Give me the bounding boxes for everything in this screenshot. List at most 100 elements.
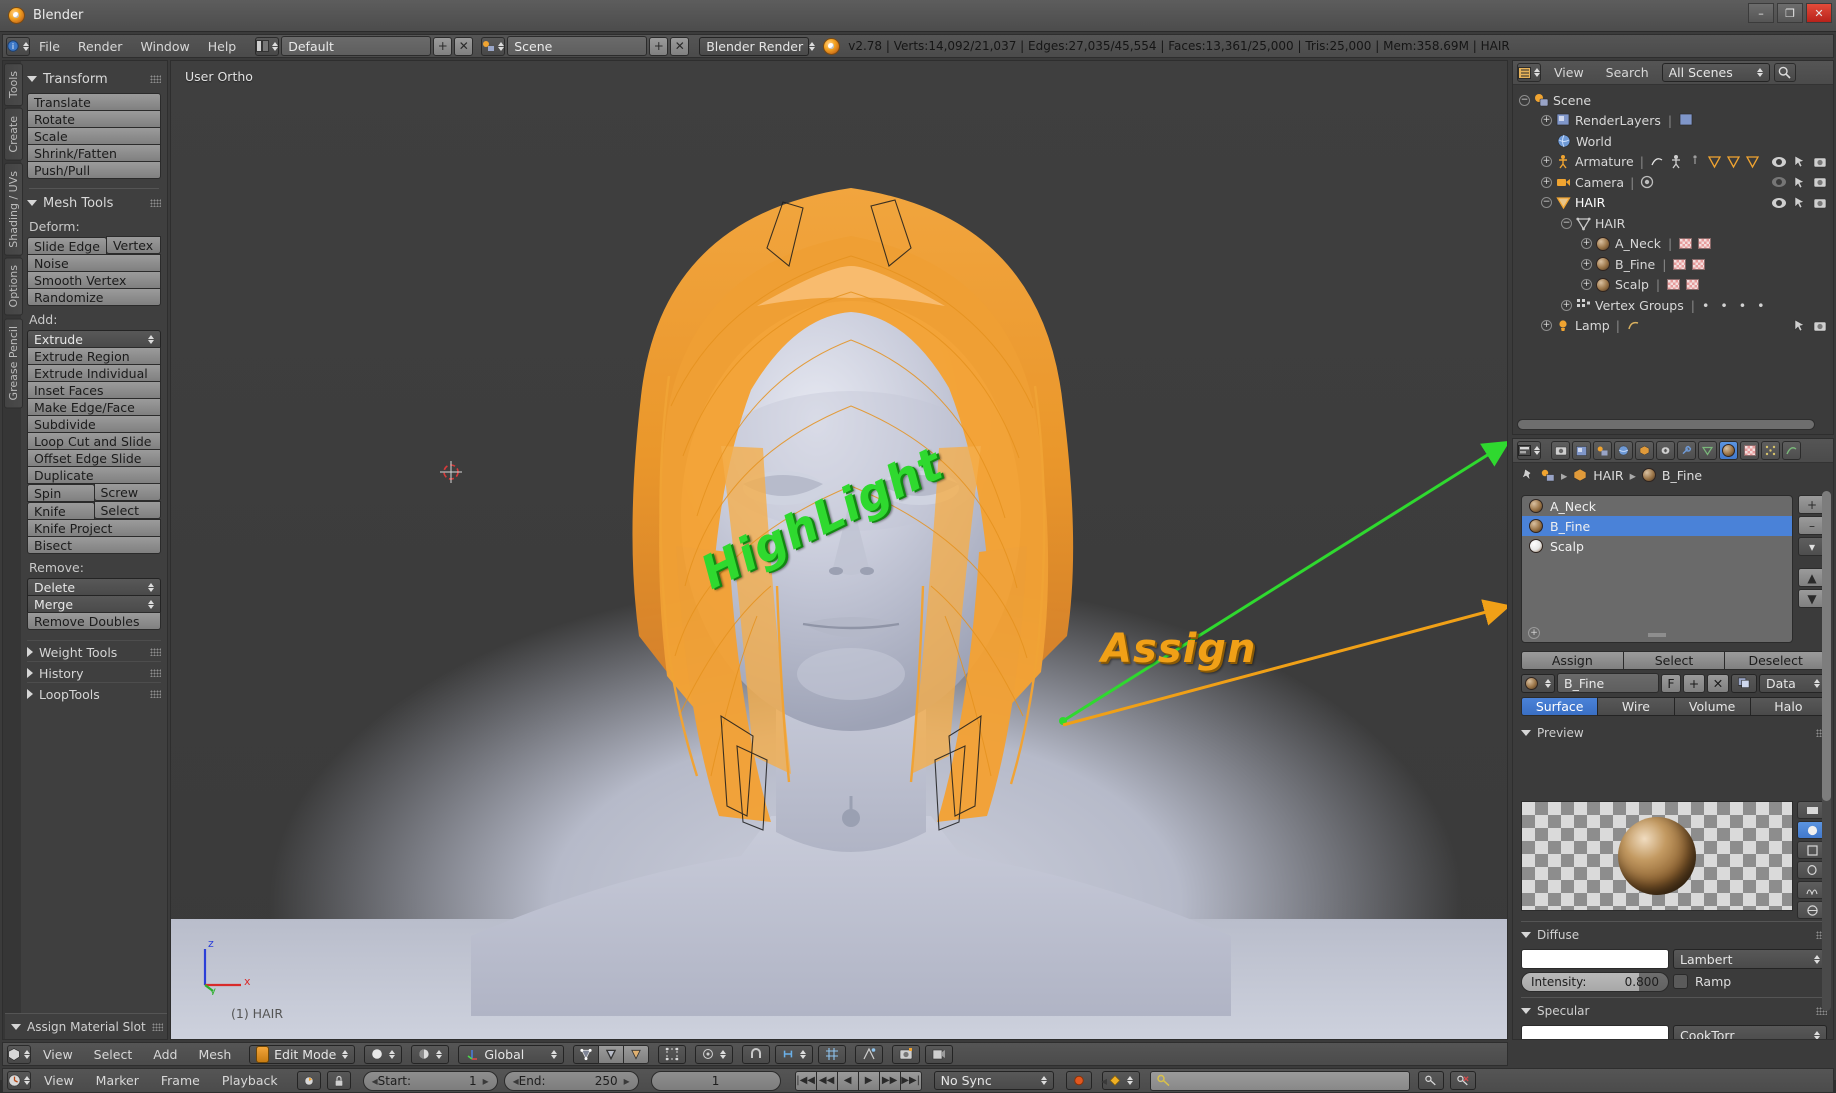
screw-button[interactable]: Screw	[93, 483, 161, 501]
renderability-toggle-icon[interactable]	[1813, 156, 1827, 168]
expander-icon[interactable]: −	[1519, 94, 1530, 106]
properties-tab-texture[interactable]	[1740, 441, 1759, 460]
extrude-region-button[interactable]: Extrude Region	[27, 347, 161, 365]
offset-edge-slide-button[interactable]: Offset Edge Slide	[27, 449, 161, 467]
material-slot-list[interactable]: A_Neck B_Fine Scalp +	[1521, 495, 1793, 643]
properties-tab-constraints[interactable]	[1656, 441, 1675, 460]
edge-select-icon[interactable]	[598, 1044, 625, 1064]
delete-screen-button[interactable]: ✕	[454, 36, 474, 56]
snap-magnet-icon[interactable]	[742, 1044, 771, 1064]
scene-icon[interactable]	[1541, 469, 1555, 482]
properties-tab-render[interactable]	[1551, 441, 1570, 460]
timeline-editor-icon[interactable]	[7, 1071, 31, 1090]
material-name-field[interactable]: B_Fine	[1557, 673, 1659, 693]
expander-icon[interactable]: +	[1581, 258, 1592, 270]
prev-keyframe-button[interactable]: ◀◀	[815, 1070, 838, 1091]
proportional-edit-icon[interactable]	[695, 1044, 734, 1064]
scale-button[interactable]: Scale	[27, 127, 161, 145]
expander-icon[interactable]: +	[1541, 176, 1552, 188]
outliner-row-armature[interactable]: + Armature |	[1517, 152, 1833, 173]
object-icon[interactable]	[1573, 468, 1587, 482]
fake-user-button[interactable]: F	[1661, 673, 1681, 693]
jump-start-button[interactable]: |◀◀	[794, 1070, 817, 1091]
add-screen-button[interactable]: +	[433, 36, 453, 56]
panel-header-mesh-tools[interactable]: Mesh Tools	[27, 193, 161, 213]
timeline-menu-frame[interactable]: Frame	[152, 1071, 209, 1090]
selectability-toggle-icon[interactable]	[1794, 155, 1805, 168]
keying-set-field[interactable]	[1149, 1070, 1410, 1091]
menu-window[interactable]: Window	[131, 37, 198, 56]
viewport-menu-select[interactable]: Select	[85, 1045, 142, 1064]
properties-vertical-scrollbar[interactable]	[1822, 491, 1831, 1011]
outliner-row-material-scalp[interactable]: + Scalp |	[1517, 275, 1833, 296]
outliner-row-hair-object[interactable]: − HAIR	[1517, 193, 1833, 214]
expander-icon[interactable]: +	[1541, 156, 1552, 168]
menu-help[interactable]: Help	[199, 37, 246, 56]
knife-project-button[interactable]: Knife Project	[27, 519, 161, 537]
specular-shader-dropdown[interactable]: CookTorr	[1673, 1025, 1827, 1039]
transform-orientation-dropdown[interactable]: Global	[458, 1044, 565, 1064]
make-edge-face-button[interactable]: Make Edge/Face	[27, 398, 161, 416]
diffuse-ramp-toggle[interactable]: Ramp	[1673, 974, 1731, 989]
new-material-button[interactable]: +	[1683, 673, 1705, 693]
frame-start-field[interactable]: ◂ Start: 1 ▸	[362, 1070, 498, 1091]
screen-layout-field[interactable]: Default	[281, 36, 432, 56]
snap-target-icon[interactable]	[818, 1044, 847, 1064]
outliner-row-scene[interactable]: − Scene	[1517, 90, 1833, 111]
browse-material-button[interactable]	[1521, 673, 1555, 693]
view3d-editor-icon[interactable]	[7, 1044, 31, 1064]
panel-header-looptools[interactable]: LoopTools	[27, 682, 161, 703]
scene-name-field[interactable]: Scene	[507, 36, 648, 56]
outliner-editor-icon[interactable]	[1517, 63, 1541, 82]
slide-edge-button[interactable]: Slide Edge	[27, 237, 107, 255]
maximize-button[interactable]: ❐	[1777, 3, 1803, 23]
panel-header-preview[interactable]: Preview	[1521, 723, 1827, 743]
outliner-menu-search[interactable]: Search	[1597, 63, 1658, 82]
diffuse-intensity-slider[interactable]: Intensity: 0.800	[1521, 972, 1669, 992]
properties-tab-render-layers[interactable]	[1572, 441, 1591, 460]
push-pull-button[interactable]: Push/Pull	[27, 161, 161, 179]
tab-halo[interactable]: Halo	[1749, 697, 1827, 716]
properties-tab-modifiers[interactable]	[1677, 441, 1696, 460]
material-slot-row[interactable]: A_Neck	[1522, 496, 1792, 516]
menu-file[interactable]: File	[30, 37, 69, 56]
delete-scene-button[interactable]: ✕	[670, 36, 690, 56]
pin-icon[interactable]	[1521, 468, 1535, 482]
limit-selection-icon[interactable]	[658, 1044, 687, 1064]
viewport-menu-mesh[interactable]: Mesh	[189, 1045, 240, 1064]
menu-render[interactable]: Render	[69, 37, 132, 56]
insert-keyframe-icon[interactable]	[1417, 1071, 1444, 1090]
properties-tab-scene[interactable]	[1593, 441, 1612, 460]
translate-button[interactable]: Translate	[27, 93, 161, 111]
knife-select-button[interactable]: Select	[93, 501, 161, 519]
panel-header-transform[interactable]: Transform	[27, 69, 161, 89]
tab-volume[interactable]: Volume	[1673, 697, 1751, 716]
expander-icon[interactable]: −	[1561, 217, 1572, 229]
specular-color-swatch[interactable]	[1521, 1025, 1669, 1039]
timeline-menu-playback[interactable]: Playback	[213, 1071, 287, 1090]
outliner-row-hair-data[interactable]: − HAIR	[1517, 213, 1833, 234]
outliner-horizontal-scrollbar[interactable]	[1517, 419, 1815, 430]
snap-mode-icon[interactable]	[775, 1044, 814, 1064]
viewport-menu-view[interactable]: View	[34, 1045, 82, 1064]
breadcrumb-object[interactable]: HAIR	[1593, 468, 1623, 483]
bisect-button[interactable]: Bisect	[27, 536, 161, 554]
inset-faces-button[interactable]: Inset Faces	[27, 381, 161, 399]
outliner-row-lamp[interactable]: + Lamp |	[1517, 316, 1833, 337]
randomize-button[interactable]: Randomize	[27, 288, 161, 306]
outliner-row-material-a-neck[interactable]: + A_Neck |	[1517, 234, 1833, 255]
auto-key-icon[interactable]	[296, 1071, 321, 1090]
link-mode-dropdown[interactable]: Data	[1759, 673, 1827, 693]
remove-doubles-button[interactable]: Remove Doubles	[27, 612, 161, 630]
renderability-toggle-icon[interactable]	[1813, 197, 1827, 209]
outliner-menu-view[interactable]: View	[1545, 63, 1593, 82]
play-button[interactable]: ▶	[857, 1070, 880, 1091]
noise-button[interactable]: Noise	[27, 254, 161, 272]
knife-button[interactable]: Knife	[27, 502, 95, 520]
properties-tab-physics[interactable]	[1782, 441, 1801, 460]
info-editor-icon[interactable]: i	[6, 36, 30, 56]
material-slot-row-active[interactable]: B_Fine	[1522, 516, 1792, 536]
duplicate-button[interactable]: Duplicate	[27, 466, 161, 484]
expander-icon[interactable]: +	[1581, 279, 1592, 291]
expander-icon[interactable]: −	[1541, 197, 1552, 209]
